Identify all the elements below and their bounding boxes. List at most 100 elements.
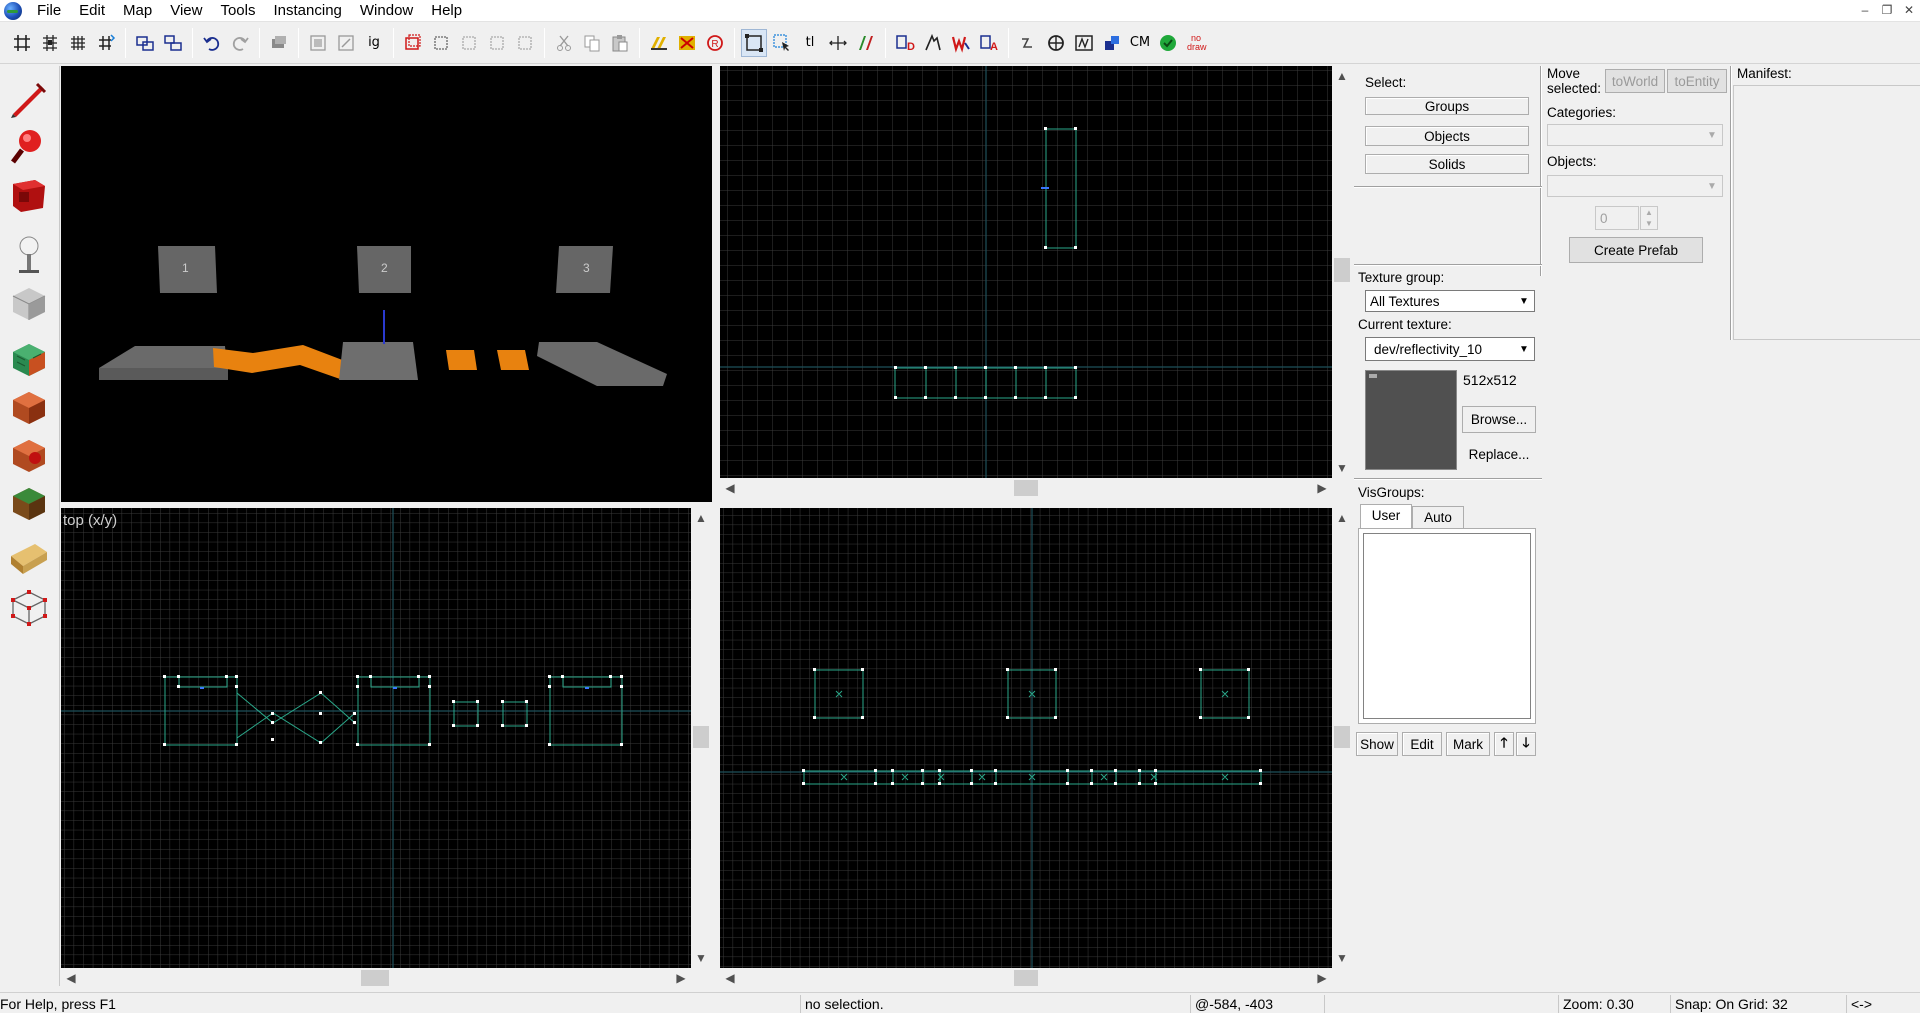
grid-smaller-icon[interactable] (65, 29, 91, 57)
visgroups-show-button[interactable]: Show (1356, 732, 1398, 756)
select-objects-button[interactable]: Objects (1365, 126, 1529, 146)
run-map-icon[interactable] (1155, 29, 1181, 57)
camera-viewport[interactable]: 1 2 3 (61, 66, 712, 502)
manifest-list[interactable] (1733, 85, 1920, 340)
scroll-thumb[interactable] (1014, 970, 1038, 986)
select-cursor-icon[interactable] (769, 29, 795, 57)
front-horizontal-scrollbar[interactable]: ◀ ▶ (720, 478, 1332, 498)
menu-window[interactable]: Window (351, 0, 422, 21)
flip-vertical-icon[interactable] (484, 29, 510, 57)
show-hidden-icon[interactable] (674, 29, 700, 57)
paste-icon[interactable] (607, 29, 633, 57)
group-icon[interactable] (160, 29, 186, 57)
display-animation-icon[interactable]: A (976, 29, 1002, 57)
apply-current-texture-button[interactable] (4, 384, 54, 430)
copy-icon[interactable] (579, 29, 605, 57)
texture-lock-toggle[interactable]: tl (797, 29, 823, 57)
scroll-right-icon[interactable]: ▶ (1312, 478, 1332, 498)
side-vertical-scrollbar[interactable]: ▲ ▼ (1332, 508, 1352, 968)
categories-dropdown[interactable]: ▼ (1547, 124, 1723, 146)
scroll-down-icon[interactable]: ▼ (1332, 458, 1352, 478)
close-button[interactable]: ✕ (1898, 0, 1920, 20)
vertex-tool-button[interactable] (4, 584, 54, 630)
undo-icon[interactable] (199, 29, 225, 57)
scroll-thumb[interactable] (361, 970, 389, 986)
create-prefab-button[interactable]: Create Prefab (1569, 237, 1703, 263)
menu-file[interactable]: File (28, 0, 70, 21)
magnify-tool-button[interactable] (4, 124, 54, 170)
top-horizontal-scrollbar[interactable]: ◀ ▶ (61, 968, 691, 988)
prefab-count-spinner[interactable]: ▲ ▼ (1640, 206, 1658, 230)
overlay-tool-button[interactable] (4, 480, 54, 526)
grid-3d-icon[interactable] (37, 29, 63, 57)
scroll-up-icon[interactable]: ▲ (1332, 66, 1352, 86)
carve-icon[interactable] (132, 29, 158, 57)
hide-selection-icon[interactable] (646, 29, 672, 57)
scroll-right-icon[interactable]: ▶ (1312, 968, 1332, 988)
menu-help[interactable]: Help (422, 0, 471, 21)
scroll-thumb[interactable] (1334, 726, 1350, 748)
ignore-group-icon[interactable] (266, 29, 292, 57)
block-tool-button[interactable] (4, 280, 54, 326)
prefab-count-input[interactable]: 0 (1595, 206, 1639, 230)
scroll-left-icon[interactable]: ◀ (61, 968, 81, 988)
restore-button[interactable]: ❐ (1876, 0, 1898, 20)
selection-tool-icon[interactable] (741, 28, 767, 57)
texture-group-dropdown[interactable]: All Textures ▼ (1365, 290, 1535, 312)
select-solids-button[interactable]: Solids (1365, 154, 1529, 174)
menu-instancing[interactable]: Instancing (265, 0, 351, 21)
ignore-toggle-button[interactable]: ig (361, 29, 387, 57)
scroll-left-icon[interactable]: ◀ (720, 968, 740, 988)
move-handles-icon[interactable] (825, 29, 851, 57)
top-vertical-scrollbar[interactable]: ▲ ▼ (691, 508, 711, 968)
flip-horizontal-icon[interactable] (456, 29, 482, 57)
top-viewport-label[interactable]: top (x/y) (63, 512, 117, 529)
visgroups-mark-button[interactable]: Mark (1446, 732, 1490, 756)
app-globe-icon[interactable] (4, 1, 22, 20)
scroll-thumb[interactable] (1334, 258, 1350, 282)
replace-button[interactable]: Replace... (1462, 441, 1536, 468)
visgroups-tab-user[interactable]: User (1360, 504, 1412, 528)
helper-icon[interactable] (920, 29, 946, 57)
move-down-arrow-icon[interactable]: 🡓 (1516, 732, 1536, 756)
scroll-down-icon[interactable]: ▼ (691, 948, 711, 968)
visgroups-list[interactable] (1363, 533, 1531, 719)
scroll-up-icon[interactable]: ▲ (691, 508, 711, 528)
side-viewport[interactable] (720, 508, 1332, 968)
to-entity-button[interactable]: toEntity (1667, 69, 1727, 93)
check-problems-icon[interactable] (1071, 29, 1097, 57)
selection-tool-button[interactable] (4, 76, 54, 122)
visgroups-tab-auto[interactable]: Auto (1412, 506, 1464, 528)
radius-culling-icon[interactable]: R (702, 29, 728, 57)
redo-icon[interactable] (227, 29, 253, 57)
texture-lock-icon[interactable] (400, 29, 426, 57)
front-viewport[interactable] (720, 66, 1332, 478)
hide-items-icon[interactable] (305, 29, 331, 57)
texture-application-button[interactable] (4, 336, 54, 382)
uv-lock-icon[interactable] (428, 29, 454, 57)
clipping-tool-button[interactable] (4, 536, 54, 582)
map-properties-icon[interactable] (1099, 29, 1125, 57)
camera-tool-button[interactable] (4, 172, 54, 218)
side-horizontal-scrollbar[interactable]: ◀ ▶ (720, 968, 1332, 988)
top-viewport[interactable]: top (x/y) (61, 508, 691, 968)
nodraw-toggle-button[interactable]: no draw (1183, 29, 1209, 57)
objects-dropdown[interactable]: ▼ (1547, 175, 1723, 197)
to-world-button[interactable]: toWorld (1605, 69, 1665, 93)
cubemaps-button[interactable]: CM (1127, 29, 1153, 57)
model-in-2d-icon[interactable] (948, 29, 974, 57)
move-up-arrow-icon[interactable]: 🡑 (1494, 732, 1514, 756)
scroll-left-icon[interactable]: ◀ (720, 478, 740, 498)
grid-toggle-icon[interactable] (9, 29, 35, 57)
cut-icon[interactable] (551, 29, 577, 57)
front-vertical-scrollbar[interactable]: ▲ ▼ (1332, 66, 1352, 478)
display-model-icon[interactable]: D (892, 29, 918, 57)
menu-map[interactable]: Map (114, 0, 161, 21)
current-texture-dropdown[interactable]: dev/reflectivity_10 ▼ (1365, 337, 1535, 361)
align-icon[interactable] (512, 29, 538, 57)
scroll-thumb[interactable] (1014, 480, 1038, 496)
menu-edit[interactable]: Edit (70, 0, 114, 21)
entity-tool-button[interactable] (4, 232, 54, 278)
browse-button[interactable]: Browse... (1462, 406, 1536, 433)
decal-tool-button[interactable] (4, 432, 54, 478)
